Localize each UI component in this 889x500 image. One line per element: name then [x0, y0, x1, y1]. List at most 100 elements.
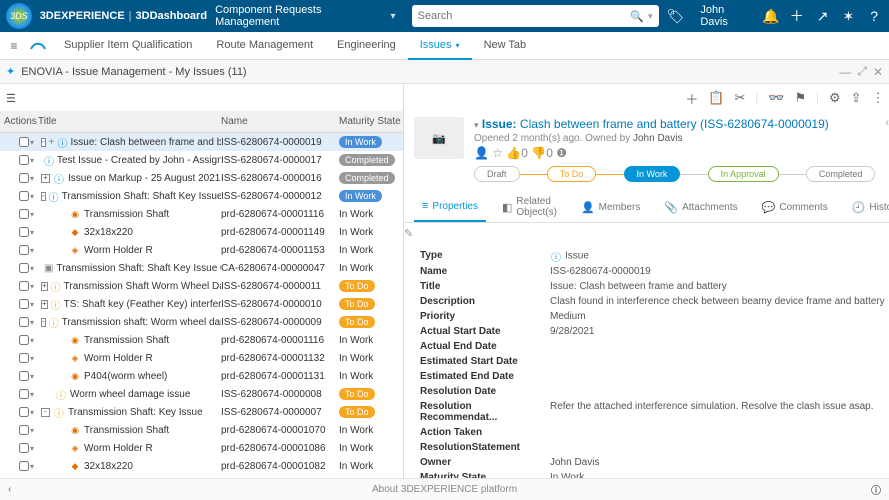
col-name[interactable]: Name — [221, 116, 339, 127]
table-row[interactable]: ▾+ⓘTransmission Shaft Worm Wheel Damage … — [0, 277, 403, 295]
table-row[interactable]: ▾◆32x18x220prd-6280674-00001082In Work — [0, 457, 403, 475]
close-icon[interactable]: ✕ — [873, 65, 883, 79]
expand-toggle[interactable]: + — [41, 300, 48, 309]
tab-route-management[interactable]: Route Management — [204, 31, 325, 59]
row-checkbox[interactable] — [19, 389, 29, 399]
row-checkbox[interactable] — [19, 353, 29, 363]
apps-icon[interactable]: ✶ — [839, 8, 857, 25]
tag-icon[interactable]: 🏷 — [667, 8, 685, 25]
binoculars-icon[interactable]: 👓 — [768, 90, 784, 106]
detail-tab-comments[interactable]: 💬Comments — [754, 192, 836, 222]
row-checkbox[interactable] — [19, 227, 29, 237]
add-icon[interactable]: ＋ — [788, 6, 806, 26]
table-row[interactable]: ▾◉Transmission Shaftprd-6280674-00001116… — [0, 331, 403, 349]
table-row[interactable]: ▾◈Worm Holder Rprd-6280674-00001153In Wo… — [0, 241, 403, 259]
breadcrumb[interactable]: Component Requests Management ▾ — [215, 4, 395, 28]
row-checkbox[interactable] — [19, 137, 29, 147]
tab-issues[interactable]: Issues▾ — [408, 32, 472, 60]
footer-text[interactable]: About 3DEXPERIENCE platform — [372, 484, 517, 495]
table-row[interactable]: ▾+ⓘIssue on Markup - 25 August 2021ISS-6… — [0, 169, 403, 187]
detail-tab-members[interactable]: 👤Members — [573, 192, 648, 222]
expand-toggle[interactable]: - — [41, 408, 50, 417]
expand-toggle[interactable]: + — [41, 282, 48, 291]
stage-completed[interactable]: Completed — [806, 166, 876, 182]
share-icon[interactable]: ↗ — [814, 8, 832, 25]
flag-icon[interactable]: ⚑ — [794, 90, 806, 106]
back-icon[interactable]: ‹ — [8, 484, 11, 495]
expand-toggle[interactable]: - — [41, 138, 46, 147]
maximize-icon[interactable]: ⤢ — [857, 64, 867, 79]
tab-new-tab[interactable]: New Tab — [472, 31, 539, 59]
notification-icon[interactable]: 🔔 — [762, 8, 780, 25]
stage-draft[interactable]: Draft — [474, 166, 520, 182]
search-scope-dropdown[interactable]: ▾ — [648, 11, 653, 22]
stage-inwork[interactable]: In Work — [624, 166, 681, 182]
row-checkbox[interactable] — [19, 155, 29, 165]
row-checkbox[interactable] — [19, 299, 29, 309]
tab-engineering[interactable]: Engineering — [325, 31, 408, 59]
row-checkbox[interactable] — [19, 443, 29, 453]
table-row[interactable]: ▾-ⓘTransmission Shaft: Key IssueISS-6280… — [0, 403, 403, 421]
row-checkbox[interactable] — [19, 317, 29, 327]
row-checkbox[interactable] — [19, 245, 29, 255]
table-row[interactable]: ▾ⓘWorm wheel damage issueISS-6280674-000… — [0, 385, 403, 403]
compass-icon[interactable]: ✦ — [6, 65, 15, 78]
row-checkbox[interactable] — [19, 173, 29, 183]
table-row[interactable]: ▾◈Worm Holder Rprd-6280674-00001086In Wo… — [0, 439, 403, 457]
detail-tab-properties[interactable]: ≡Properties — [414, 192, 486, 222]
row-checkbox[interactable] — [19, 209, 29, 219]
table-row[interactable]: ▾◉Transmission Shaftprd-6280674-00001116… — [0, 205, 403, 223]
search-icon[interactable]: 🔍 — [630, 10, 644, 23]
row-checkbox[interactable] — [19, 407, 29, 417]
table-row[interactable]: ▾◈Worm Holder Rprd-6280674-00001132In Wo… — [0, 349, 403, 367]
table-row[interactable]: ▾-ⓘTransmission Shaft: Shaft Key Issue 0… — [0, 187, 403, 205]
table-row[interactable]: ▾◉P404(worm wheel)prd-6280674-00001131In… — [0, 367, 403, 385]
detail-tab-related-object-s-[interactable]: ◧Related Object(s) — [494, 192, 565, 222]
table-row[interactable]: ▾◆32x18x220prd-6280674-00001149In Work — [0, 223, 403, 241]
expand-toggle[interactable]: - — [41, 192, 46, 201]
table-row[interactable]: ▾-+ⓘIssue: Clash between frame and batte… — [0, 133, 403, 151]
menu-toggle-icon[interactable]: ≡ — [4, 39, 24, 53]
row-checkbox[interactable] — [19, 461, 29, 471]
col-state[interactable]: Maturity State — [339, 116, 403, 127]
help-footer-icon[interactable]: ⓘ — [871, 482, 881, 497]
gear-icon[interactable]: ⚙ — [829, 90, 841, 106]
detail-tab-attachments[interactable]: 📎Attachments — [656, 192, 745, 222]
dassault-icon[interactable] — [24, 37, 52, 55]
create-icon[interactable]: ＋ — [685, 89, 698, 108]
table-row[interactable]: ▾◉Transmission Shaftprd-6280674-00001070… — [0, 421, 403, 439]
row-checkbox[interactable] — [19, 281, 29, 291]
search-input[interactable] — [418, 10, 631, 22]
row-checkbox[interactable] — [19, 335, 29, 345]
export-icon[interactable]: ⇪ — [851, 90, 862, 106]
row-title: Worm Holder R — [84, 353, 153, 364]
stage-approval[interactable]: In Approval — [708, 166, 779, 182]
prev-icon[interactable]: ‹ — [885, 117, 889, 182]
expand-toggle[interactable]: + — [41, 174, 50, 183]
brand-text: 3DEXPERIENCE | 3DDashboard — [40, 10, 207, 22]
brand-logo[interactable]: 3DS — [6, 3, 32, 29]
col-actions[interactable]: Actions — [0, 116, 36, 127]
search-box[interactable]: 🔍 ▾ — [412, 5, 659, 27]
col-title[interactable]: Title — [36, 116, 221, 127]
row-checkbox[interactable] — [19, 425, 29, 435]
row-checkbox[interactable] — [19, 191, 29, 201]
row-checkbox[interactable] — [19, 371, 29, 381]
user-name[interactable]: John Davis — [700, 4, 754, 28]
stage-todo[interactable]: To Do — [547, 166, 597, 182]
tab-supplier-item-qualification[interactable]: Supplier Item Qualification — [52, 31, 204, 59]
row-checkbox[interactable] — [19, 263, 29, 273]
table-row[interactable]: ▾-ⓘTransmission shaft: Worm wheel damage… — [0, 313, 403, 331]
cut-icon[interactable]: ✂ — [735, 90, 746, 106]
filter-icon[interactable]: ☰ — [6, 92, 16, 105]
more-icon[interactable]: ⋮ — [872, 90, 885, 106]
table-row[interactable]: ▾+ⓘTS: Shaft key (Feather Key) interfere… — [0, 295, 403, 313]
table-row[interactable]: ▾▣Transmission Shaft: Shaft Key Issue 02… — [0, 259, 403, 277]
table-row[interactable]: ▾ⓘTest Issue - Created by John - Assigne… — [0, 151, 403, 169]
detail-tab-history[interactable]: 🕘History — [844, 192, 889, 222]
help-icon[interactable]: ? — [865, 8, 883, 24]
edit-icon[interactable]: ✎ — [404, 227, 889, 240]
clipboard-icon[interactable]: 📋 — [708, 90, 724, 106]
minimize-icon[interactable]: — — [839, 65, 851, 79]
expand-toggle[interactable]: - — [41, 318, 46, 327]
